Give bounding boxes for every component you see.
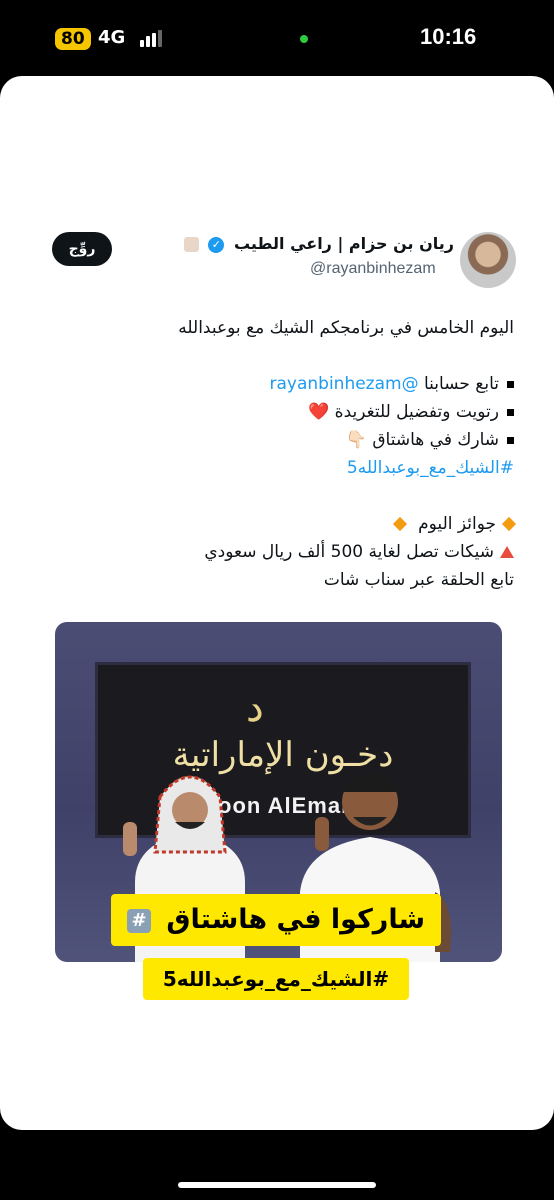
profile-name[interactable]: ريان بن حزام | راعي الطيب ✓ <box>183 234 454 253</box>
profile-handle[interactable]: @rayanbinhezam <box>310 260 436 278</box>
tweet-line-1: اليوم الخامس في برنامجكم الشيك مع بوعبدا… <box>178 318 514 338</box>
heart-icon: ❤️ <box>308 402 330 422</box>
chevron-up-icon[interactable] <box>262 1004 292 1024</box>
red-triangle-icon <box>500 546 514 558</box>
profile-name-text: ريان بن حزام | راعي الطيب <box>233 234 454 253</box>
clock: 10:16 <box>420 24 477 49</box>
story-card[interactable]: ريان بن حزام | راعي الطيب ✓ @rayanbinhez… <box>0 76 554 1130</box>
promote-button[interactable]: روِّج <box>52 232 112 266</box>
hashtag-overlay-text: #الشيك_مع_بوعبدالله5 <box>143 958 409 1000</box>
bullet-square-icon <box>507 408 514 416</box>
bullet-square-icon <box>507 380 514 388</box>
status-bar: 80 4G 10:16 <box>0 0 554 76</box>
verified-badge-icon: ✓ <box>208 236 225 253</box>
tweet-text: اليوم الخامس في برنامجكم الشيك مع بوعبدا… <box>34 314 517 594</box>
signal-icon <box>140 30 164 47</box>
tweet-follow-episode: تابع الحلقة عبر سناب شات <box>323 570 514 590</box>
camera-indicator-icon <box>300 35 308 43</box>
tweet-prizes: جوائز اليوم <box>34 510 517 538</box>
tweet-bullet-retweet: رتويت وتفضيل للتغريدة ❤️ <box>34 398 514 426</box>
bullet-square-icon <box>507 436 514 444</box>
orange-diamond-icon <box>501 516 517 532</box>
affiliate-badge-icon <box>183 237 199 252</box>
tweet-bullet-follow: تابع حسابنا @rayanbinhezam <box>34 370 514 398</box>
pointing-down-icon: 👇🏻 <box>345 430 367 450</box>
avatar[interactable] <box>460 232 516 288</box>
mention-link[interactable]: @rayanbinhezam <box>270 374 419 394</box>
battery-indicator: 80 <box>55 28 91 50</box>
tweet-checks: شيكات تصل لغاية 500 ألف ريال سعودي <box>34 538 514 566</box>
tweet-bullet-share: شارك في هاشتاق 👇🏻 <box>34 426 514 454</box>
screen-logo: د <box>246 685 264 731</box>
keycap-hash-icon: # <box>126 908 151 933</box>
hashtag-overlay-banner: شاركوا في هاشتاق # <box>111 894 441 946</box>
orange-diamond-icon <box>392 516 407 532</box>
hashtag-link[interactable]: #الشيك_مع_بوعبدالله5 <box>347 458 514 478</box>
home-indicator[interactable] <box>178 1182 376 1188</box>
network-type: 4G <box>98 27 126 48</box>
